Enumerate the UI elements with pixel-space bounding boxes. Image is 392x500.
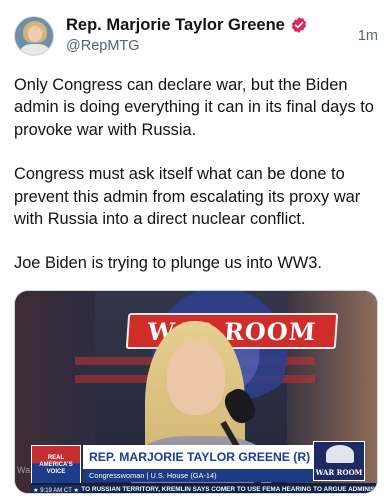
ticker-text: SE MISSILES INTO RUSSIAN TERRITORY, KREM… [33,485,376,493]
tweet-paragraph: Joe Biden is trying to plunge us into WW… [14,254,322,273]
author-name[interactable]: Rep. Marjorie Taylor Greene [66,16,285,35]
avatar-body [21,44,49,55]
news-ticker: SE MISSILES INTO RUSSIAN TERRITORY, KREM… [31,483,377,493]
network-logo-line: VOICE [46,468,66,475]
tweet-paragraph: Only Congress can declare war, but the B… [14,76,374,139]
network-logo-line: AMERICA'S [39,461,73,468]
tweet-media[interactable]: WAR ROOM Wa REAL AMERICA'S VOICE REP. MA… [14,290,378,494]
war-room-logo: WAR ROOM [313,441,365,481]
network-logo: REAL AMERICA'S VOICE [31,445,81,485]
avatar[interactable] [14,16,54,56]
broadcast-time-text: ★ 9:19 AM CT ★ [33,487,79,494]
tweet-header: Rep. Marjorie Taylor Greene @RepMTG 1m [14,14,378,60]
network-logo-line: REAL [47,454,65,461]
avatar-face [28,26,42,42]
verified-badge-icon [290,16,308,34]
lower-third-name: REP. MARJORIE TAYLOR GREENE (R) [83,445,313,469]
tweet-text: Only Congress can declare war, but the B… [14,74,380,297]
eagle-icon [326,445,354,463]
speaker-title: Congresswoman | U.S. House (GA-14) [89,471,217,480]
war-room-logo-text: WAR ROOM [315,468,363,477]
speaker-name: REP. MARJORIE TAYLOR GREENE (R) [89,450,311,464]
author-handle[interactable]: @RepMTG [66,38,140,54]
tweet-paragraph: Congress must ask itself what can be don… [14,165,361,229]
speaker-face [167,341,225,415]
name-row: Rep. Marjorie Taylor Greene [66,14,308,36]
lower-third-subtitle: Congresswoman | U.S. House (GA-14) [83,469,313,482]
timestamp[interactable]: 1m [358,28,378,44]
lower-third: REAL AMERICA'S VOICE REP. MARJORIE TAYLO… [15,441,377,494]
broadcast-time: ★ 9:19 AM CT ★ [31,485,81,494]
